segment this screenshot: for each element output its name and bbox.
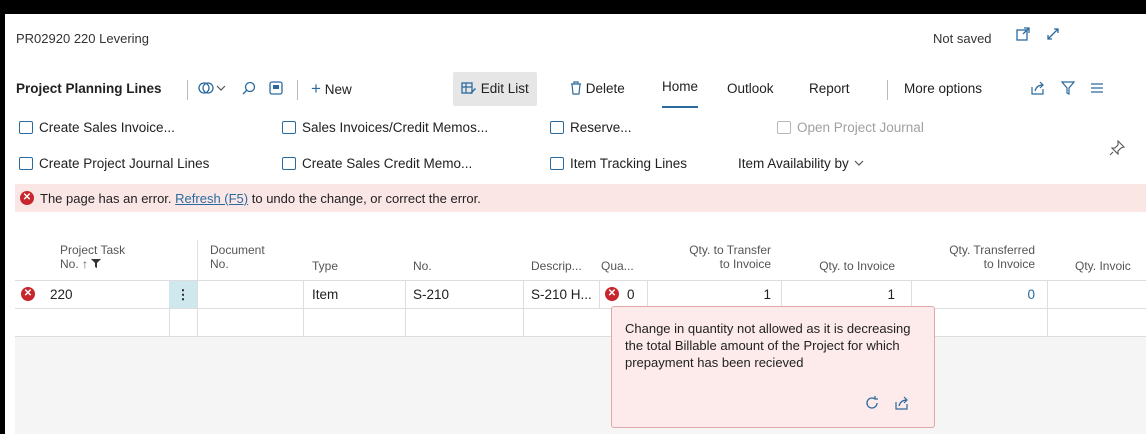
column-divider [647,281,648,308]
column-divider [405,309,406,336]
refresh-link[interactable]: Refresh (F5) [175,191,248,206]
table-row[interactable]: ✕ 220 ⋮ Item S-210 S-210 H... ✕ 0 1 1 0 [15,280,1146,308]
edit-list-button[interactable]: Edit List [453,72,537,106]
filter-icon [91,257,102,271]
grid-header: Project Task No. ↑ Document No. Type No.… [15,212,1146,280]
column-header-type[interactable]: Type [312,259,338,273]
chevron-down-icon [853,156,865,171]
journal-lines-icon [19,157,33,170]
divider [887,80,888,100]
show-details-icon[interactable] [198,72,228,106]
action-ribbon: Create Sales Invoice... Sales Invoices/C… [5,110,1146,180]
column-header-no[interactable]: No. [413,259,432,273]
column-divider [1047,281,1048,308]
column-header-qty-invoiced[interactable]: Qty. Invoic [1075,259,1131,273]
column-divider [169,309,170,336]
row-actions-menu-icon[interactable]: ⋮ [169,281,197,308]
window-title: PR02920 220 Levering [16,31,149,46]
column-divider [911,281,912,308]
cell-project-task-no[interactable]: 220 [50,281,73,308]
new-button[interactable]: + New [311,72,352,106]
project-planning-lines-grid: Project Task No. ↑ Document No. Type No.… [15,212,1146,434]
tab-outlook[interactable]: Outlook [727,72,774,106]
page-error-bar: ✕ The page has an error. Refresh (F5) to… [15,184,1146,213]
refresh-icon[interactable] [864,395,880,415]
analysis-mode-icon[interactable] [269,72,283,106]
column-header-qty-to-invoice[interactable]: Qty. to Invoice [795,259,895,273]
column-divider [197,309,198,336]
column-divider [1047,309,1048,336]
column-header-quantity[interactable]: Qua... [601,259,634,273]
sales-invoices-credit-memos-button[interactable]: Sales Invoices/Credit Memos... [282,120,488,135]
action-bar: Project Planning Lines + New Edit List D… [5,72,1146,108]
error-message-prefix: The page has an error. [40,191,172,206]
field-error-icon: ✕ [605,287,619,301]
validation-error-tooltip: Change in quantity not allowed as it is … [611,306,935,428]
item-availability-by-menu[interactable]: Item Availability by [738,156,865,171]
table-row-empty[interactable] [15,308,1146,337]
validation-error-message: Change in quantity not allowed as it is … [625,321,911,370]
create-project-journal-lines-button[interactable]: Create Project Journal Lines [19,156,209,171]
credit-memo-icon [282,157,296,170]
error-icon: ✕ [20,191,34,205]
cell-type[interactable]: Item [312,281,338,308]
reserve-button[interactable]: Reserve... [550,120,632,135]
title-bar: PR02920 220 Levering Not saved [5,14,1146,60]
tab-report[interactable]: Report [809,72,850,106]
page-window: PR02920 220 Levering Not saved Project P… [5,14,1146,434]
reserve-icon [550,121,564,134]
more-options-button[interactable]: More options [904,72,982,106]
share-icon[interactable] [894,395,910,415]
column-header-qty-transferred[interactable]: Qty. Transferred to Invoice [915,243,1035,271]
cell-qty-transferred[interactable]: 0 [915,281,1035,308]
column-header-qty-to-transfer[interactable]: Qty. to Transfer to Invoice [655,243,771,271]
plus-icon: + [311,79,321,98]
page-title: Project Planning Lines [16,81,162,96]
error-message-suffix: to undo the change, or correct the error… [251,191,481,206]
journal-icon [777,121,791,134]
cell-qty-to-invoice[interactable]: 1 [795,281,895,308]
pin-icon[interactable] [1109,139,1126,159]
cell-document-no[interactable] [205,281,301,308]
create-sales-credit-memo-button[interactable]: Create Sales Credit Memo... [282,156,472,171]
column-divider [781,281,782,308]
open-in-new-window-icon[interactable] [1015,26,1033,44]
tab-home[interactable]: Home [662,72,699,108]
column-header-description[interactable]: Descrip... [531,259,582,273]
column-header-document-no[interactable]: Document No. [210,243,265,271]
expand-icon[interactable] [1045,26,1063,44]
column-divider [523,309,524,336]
column-divider [599,281,600,308]
filter-icon[interactable] [1060,72,1076,106]
trash-icon [570,81,586,96]
row-error-icon: ✕ [21,287,35,301]
column-divider [303,281,304,308]
column-header-project-task-no[interactable]: Project Task No. ↑ [60,243,125,271]
item-tracking-lines-button[interactable]: Item Tracking Lines [550,156,687,171]
column-divider [405,281,406,308]
documents-icon [282,121,296,134]
delete-button[interactable]: Delete [570,72,625,106]
column-divider [197,240,198,280]
search-icon[interactable] [242,72,256,106]
list-view-icon[interactable] [1090,72,1104,106]
edit-list-icon [461,81,481,96]
cell-qty-to-transfer[interactable]: 1 [655,281,771,308]
divider [187,80,188,100]
divider [297,80,298,100]
column-divider [523,281,524,308]
column-divider [303,309,304,336]
save-status: Not saved [933,31,992,46]
share-icon[interactable] [1031,72,1045,106]
cell-description[interactable]: S-210 H... [531,281,592,308]
cell-no[interactable]: S-210 [413,281,449,308]
cell-quantity[interactable]: 0 [627,281,635,308]
open-project-journal-button[interactable]: Open Project Journal [777,120,924,135]
column-divider [197,281,198,308]
create-sales-invoice-button[interactable]: Create Sales Invoice... [19,120,175,135]
invoice-icon [19,121,33,134]
item-tracking-icon [550,157,564,170]
